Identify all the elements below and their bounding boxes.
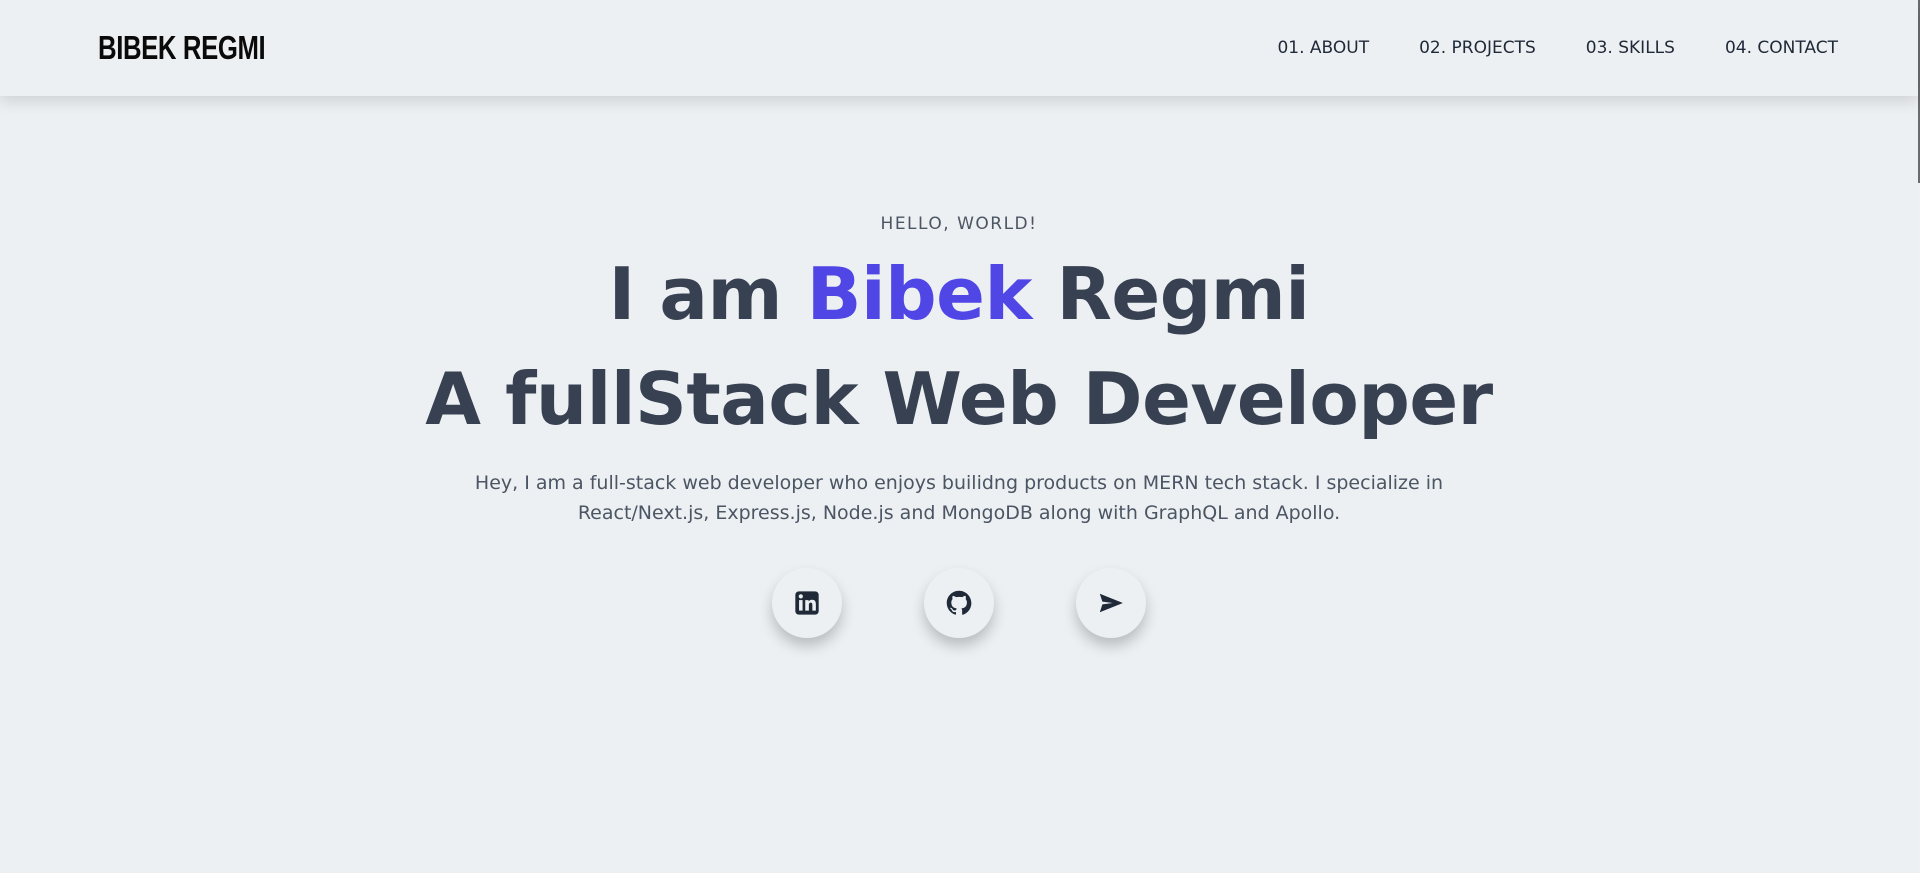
linkedin-icon <box>793 589 821 617</box>
hero-role-heading: A fullStack Web Developer <box>425 357 1493 441</box>
heading-suffix: Regmi <box>1031 252 1310 336</box>
hero-greeting: HELLO, WORLD! <box>880 214 1038 234</box>
nav-link-contact[interactable]: 04. CONTACT <box>1725 38 1838 58</box>
nav-link-skills[interactable]: 03. SKILLS <box>1586 38 1675 58</box>
page: BIBEK REGMI 01. ABOUT 02. PROJECTS 03. S… <box>0 0 1920 873</box>
heading-accent-name: Bibek <box>806 252 1033 336</box>
navbar: BIBEK REGMI 01. ABOUT 02. PROJECTS 03. S… <box>0 0 1918 96</box>
linkedin-button[interactable] <box>772 568 842 638</box>
social-links <box>0 568 1918 638</box>
nav-menu: 01. ABOUT 02. PROJECTS 03. SKILLS 04. CO… <box>1277 38 1838 58</box>
logo[interactable]: BIBEK REGMI <box>98 29 266 67</box>
heading-prefix: I am <box>608 252 807 336</box>
send-button[interactable] <box>1076 568 1146 638</box>
hero-name-heading: I am Bibek Regmi <box>0 242 1918 347</box>
github-button[interactable] <box>924 568 994 638</box>
hero-section: HELLO, WORLD! I am Bibek Regmi A fullSta… <box>0 96 1918 638</box>
nav-link-projects[interactable]: 02. PROJECTS <box>1419 38 1536 58</box>
send-icon <box>1097 589 1125 617</box>
hero-intro: Hey, I am a full-stack web developer who… <box>474 472 1444 524</box>
github-icon <box>945 589 973 617</box>
nav-link-about[interactable]: 01. ABOUT <box>1277 38 1369 58</box>
